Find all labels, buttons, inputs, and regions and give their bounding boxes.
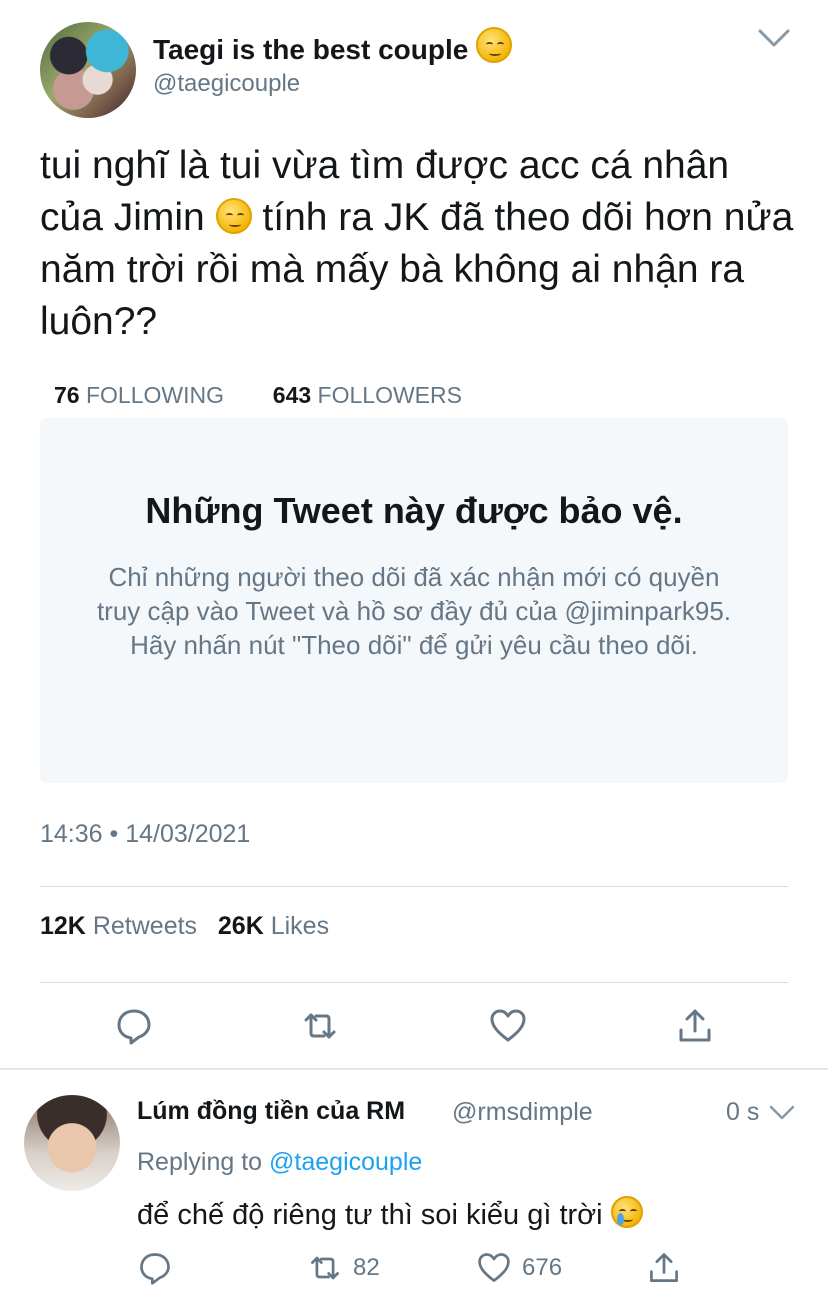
reply-icon[interactable] (114, 1006, 154, 1046)
section-divider (0, 1068, 828, 1070)
tweet-text: tui nghĩ là tui vừa tìm được acc cá nhân… (40, 140, 800, 348)
like-heart-icon (478, 1253, 510, 1282)
like-heart-icon[interactable] (488, 1006, 528, 1046)
reply-reply-button[interactable] (137, 1250, 173, 1286)
retweet-icon[interactable] (300, 1006, 340, 1046)
chevron-down-icon[interactable] (769, 1104, 795, 1122)
author-avatar[interactable] (40, 22, 136, 118)
protected-title: Những Tweet này được bảo vệ. (145, 490, 683, 531)
reply-time: 0 s (726, 1098, 760, 1126)
retweet-icon (311, 1256, 339, 1280)
reply-like-button[interactable]: 676 (476, 1250, 562, 1286)
retweets-label[interactable]: Retweets (93, 912, 197, 940)
reply-author-avatar[interactable] (24, 1095, 120, 1191)
followers-count: 643 (272, 382, 312, 408)
divider (40, 886, 788, 887)
following-label: FOLLOWING (85, 382, 224, 408)
following-count: 76 (54, 382, 80, 408)
author-display-name[interactable]: Taegi is the best couple (153, 27, 513, 66)
chevron-down-icon[interactable] (757, 26, 791, 50)
replying-to: Replying to @taegicouple (137, 1148, 422, 1177)
relieved-face-emoji-icon (476, 27, 513, 63)
reply-share-button[interactable] (646, 1250, 682, 1286)
profile-stats: 76 FOLLOWING 643 FOLLOWERS (54, 382, 462, 409)
share-icon[interactable] (675, 1006, 715, 1046)
engagement-stats: 12K Retweets 26K Likes (40, 912, 329, 941)
likes-label[interactable]: Likes (271, 912, 329, 940)
reply-author-handle[interactable]: @rmsdimple (452, 1098, 593, 1127)
followers-label: FOLLOWERS (317, 382, 462, 408)
protected-account-card: Những Tweet này được bảo vệ. Chỉ những n… (40, 418, 788, 783)
replying-label: Replying to (137, 1148, 263, 1176)
protected-body: Chỉ những người theo dõi đã xác nhận mới… (96, 562, 732, 660)
reply-author-name[interactable]: Lúm đồng tiền của RM (137, 1097, 405, 1126)
share-icon (650, 1253, 678, 1282)
crying-face-emoji-icon (610, 1196, 643, 1228)
reply-icon (140, 1253, 170, 1285)
likes-count[interactable]: 26K (218, 912, 264, 940)
reply-text: để chế độ riêng tư thì soi kiểu gì trời (137, 1196, 643, 1232)
author-name-text: Taegi is the best couple (153, 34, 469, 65)
divider (40, 982, 788, 983)
relieved-face-emoji-icon (215, 198, 252, 234)
retweets-count[interactable]: 12K (40, 912, 86, 940)
replying-handle-link[interactable]: @taegicouple (269, 1148, 422, 1176)
reply-like-count: 676 (522, 1254, 563, 1281)
tweet-timestamp: 14:36 • 14/03/2021 (40, 820, 251, 848)
reply-retweet-count: 82 (353, 1254, 380, 1281)
reply-retweet-button[interactable]: 82 (307, 1250, 380, 1286)
author-handle[interactable]: @taegicouple (153, 70, 300, 98)
reply-text-content: để chế độ riêng tư thì soi kiểu gì trời (137, 1199, 603, 1231)
